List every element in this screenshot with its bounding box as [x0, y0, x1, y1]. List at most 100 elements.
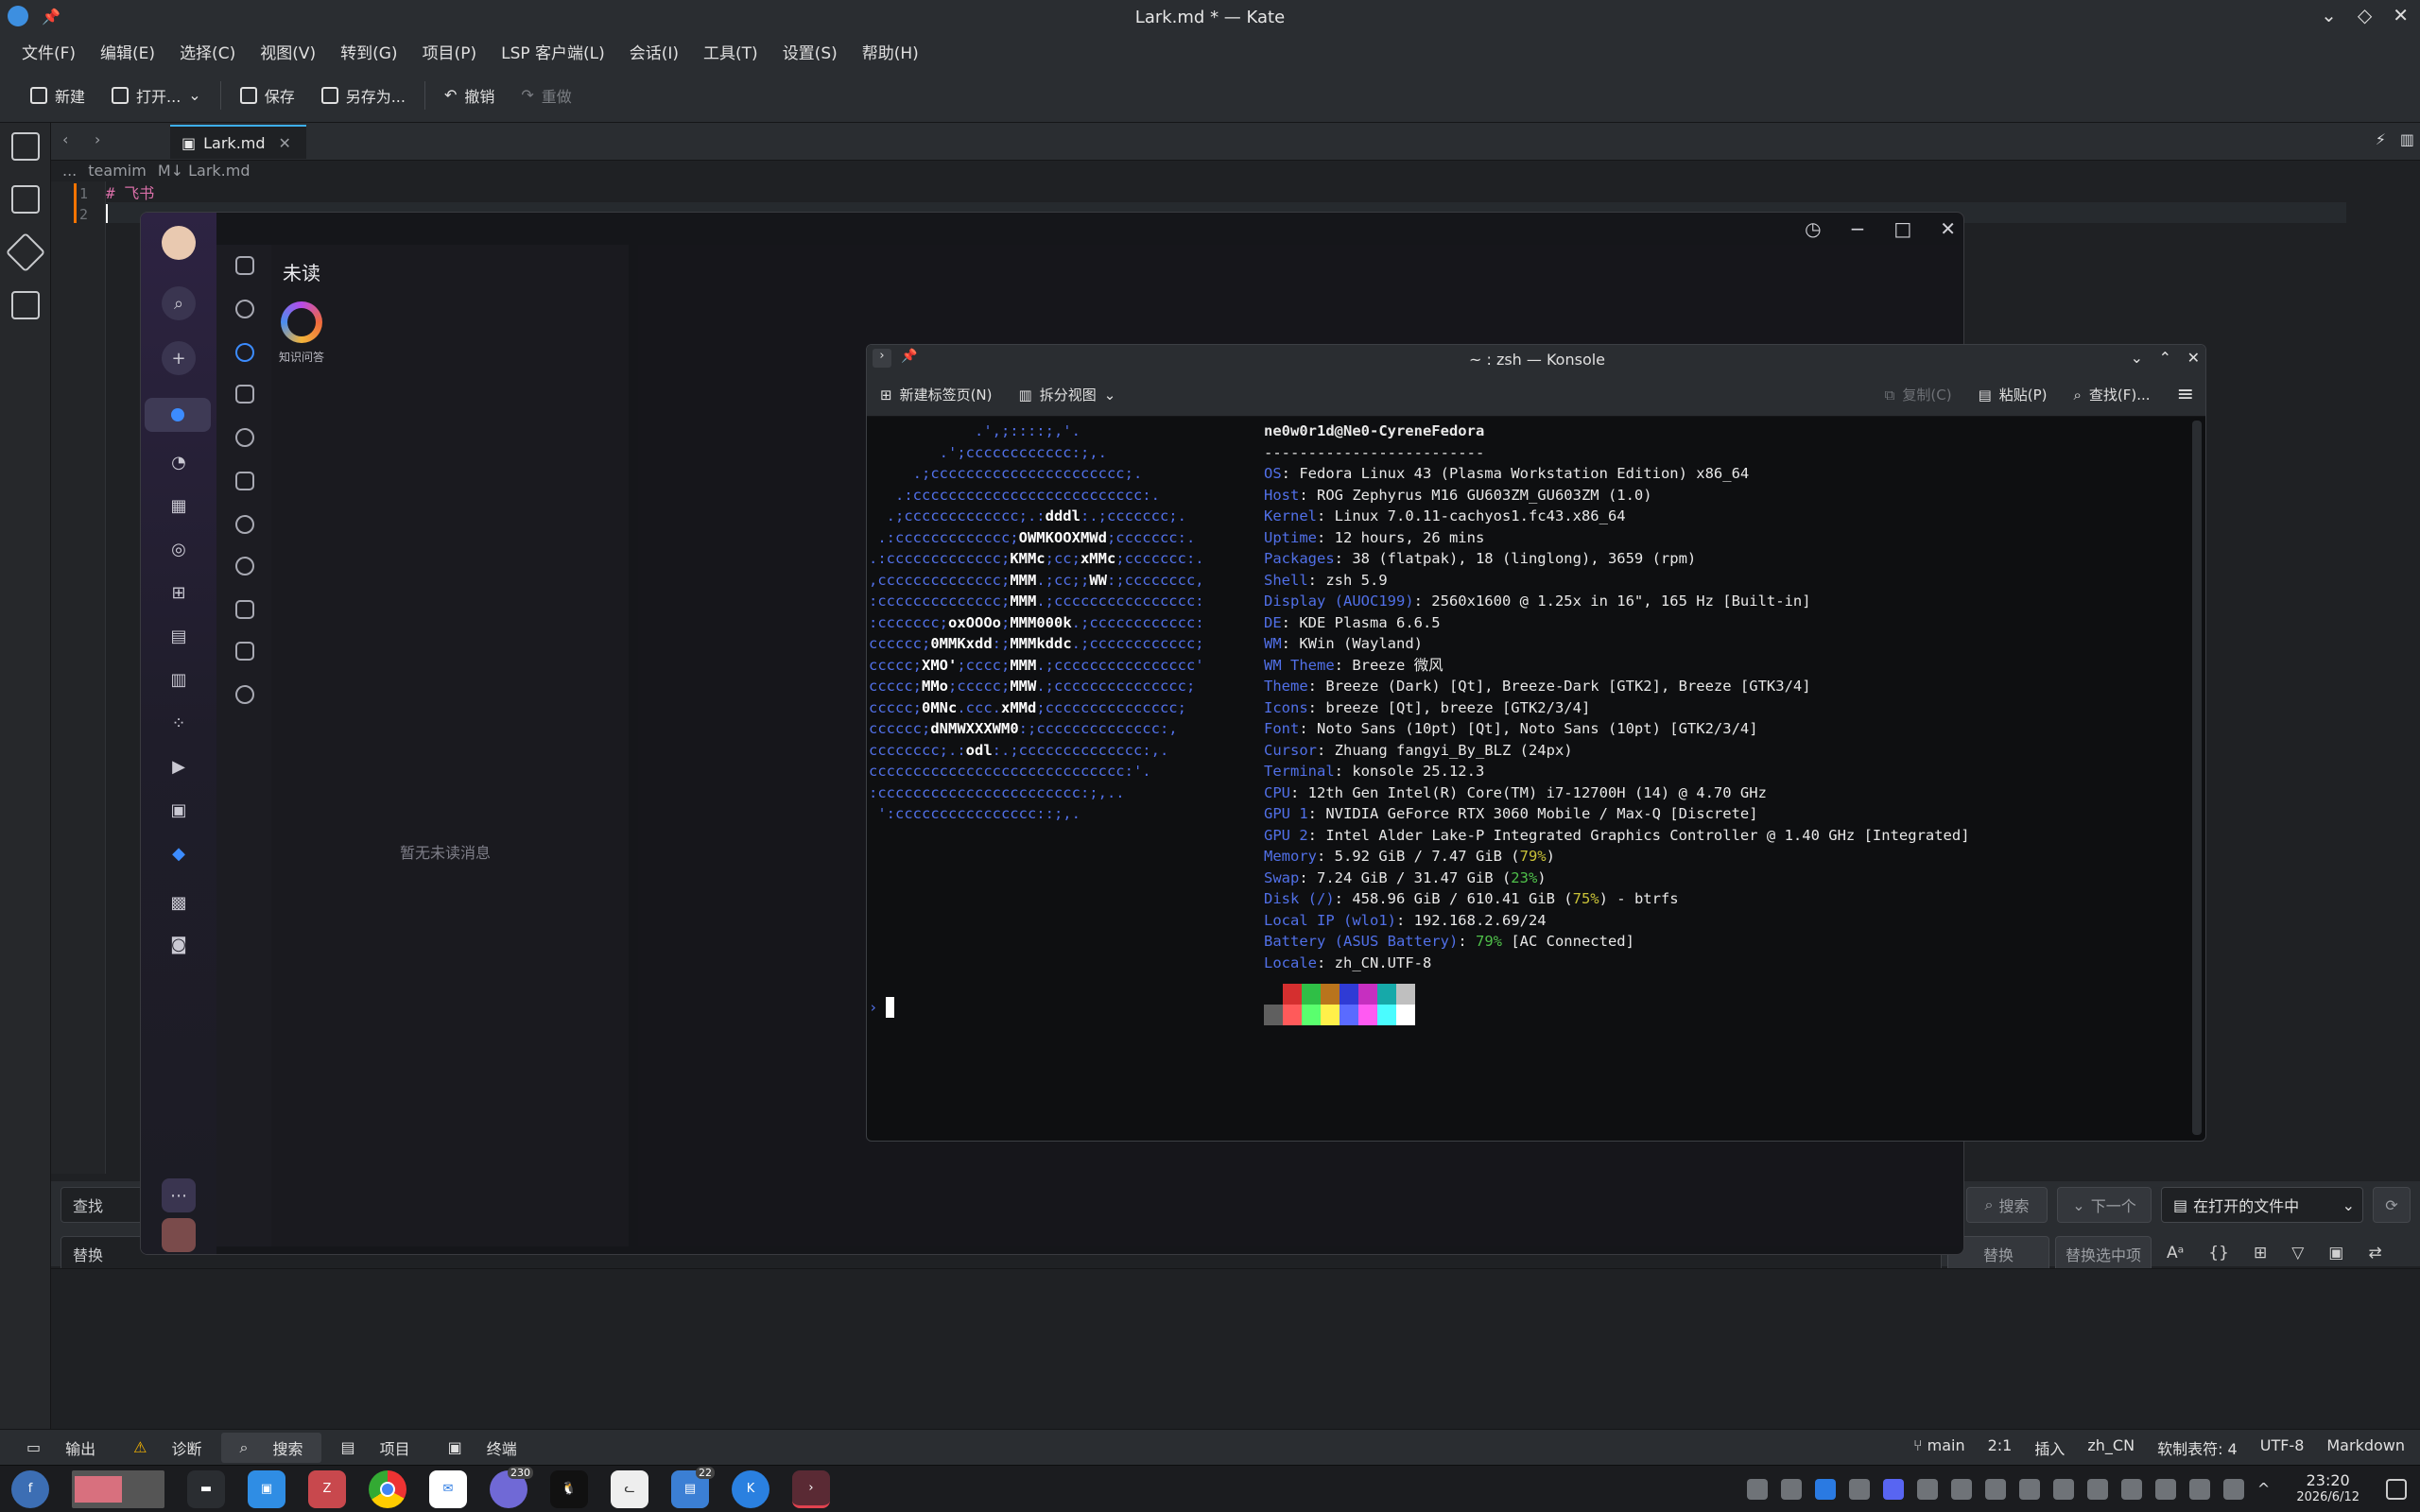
close-icon[interactable]: ✕ [2187, 349, 2200, 367]
doc-filter-icon[interactable] [235, 600, 254, 619]
clipboard-icon[interactable] [1984, 1478, 2006, 1500]
menu-item-8[interactable]: 工具(T) [691, 40, 770, 63]
chat-app-icon[interactable]: 230 [490, 1466, 533, 1508]
moments-icon[interactable]: ◎ [162, 532, 196, 566]
filezilla-icon[interactable]: Z [308, 1469, 346, 1508]
bluetooth-icon[interactable] [2086, 1478, 2108, 1500]
konsole-taskbar-icon[interactable]: › [792, 1469, 830, 1508]
redo-button[interactable]: ↷ 重做 [508, 84, 584, 107]
person-icon[interactable] [235, 515, 254, 534]
discord-icon[interactable] [1882, 1478, 1904, 1500]
maximize-icon[interactable]: ◇ [2358, 4, 2372, 26]
diamond-icon[interactable]: ◆ [162, 836, 196, 870]
knowledge-qa-label[interactable]: 知识问答 [279, 349, 324, 365]
close-icon[interactable]: ✕ [2393, 4, 2409, 26]
diagnostics-tab[interactable]: ⚠ 诊断 [114, 1433, 220, 1463]
avatar-app-icon[interactable]: ◙ [162, 927, 196, 961]
mail-tray-icon[interactable] [1814, 1478, 1836, 1500]
cursor-position[interactable]: 2:1 [1988, 1436, 2013, 1459]
minimize-icon[interactable]: − [1850, 217, 1866, 240]
menu-item-2[interactable]: 选择(C) [167, 40, 248, 63]
qq-icon[interactable]: 🐧 [550, 1469, 588, 1508]
dictionary[interactable]: zh_CN [2087, 1436, 2135, 1459]
done-icon[interactable] [235, 685, 254, 704]
vpn-icon[interactable] [1916, 1478, 1938, 1500]
wiki-icon[interactable]: ▥ [162, 662, 196, 696]
mention-icon[interactable] [235, 428, 254, 447]
menu-item-6[interactable]: LSP 客户端(L) [489, 40, 617, 63]
funnel-icon[interactable]: ▽ [2291, 1244, 2304, 1263]
add-icon[interactable]: + [162, 341, 196, 375]
tab-close-icon[interactable]: ✕ [279, 134, 291, 152]
video-icon[interactable]: ▶ [162, 749, 196, 783]
close-icon[interactable]: ✕ [1940, 217, 1956, 240]
match-case-icon[interactable]: Aᵃ [2167, 1244, 2184, 1263]
pin-icon[interactable]: 📌 [901, 349, 917, 364]
tab-lark-md[interactable]: ▣ Lark.md ✕ [170, 125, 306, 159]
split-view-icon[interactable]: ▥ [2400, 130, 2414, 148]
bot-icon[interactable]: ▩ [162, 885, 196, 919]
docs-icon[interactable]: ▤ [162, 619, 196, 653]
system-monitor-icon[interactable]: ▬ [187, 1469, 225, 1508]
menu-item-0[interactable]: 文件(F) [9, 40, 88, 63]
save-button[interactable]: 保存 [227, 84, 308, 107]
show-desktop-icon[interactable] [2386, 1478, 2407, 1500]
pager-icon[interactable] [72, 1469, 164, 1508]
group-icon[interactable] [235, 557, 254, 576]
projects-icon[interactable] [11, 185, 40, 214]
maximize-icon[interactable]: □ [1893, 217, 1911, 240]
list-filter-icon[interactable] [235, 642, 254, 661]
maximize-icon[interactable]: ⌃ [2159, 349, 2171, 367]
encoding[interactable]: UTF-8 [2260, 1436, 2305, 1459]
documents-icon[interactable] [11, 132, 40, 161]
new-button[interactable]: 新建 [17, 84, 98, 107]
flag-icon[interactable] [235, 385, 254, 404]
collapse-icon[interactable] [235, 256, 254, 275]
menu-item-1[interactable]: 编辑(E) [88, 40, 167, 63]
indentation[interactable]: 软制表符: 4 [2157, 1436, 2238, 1459]
pin-icon[interactable]: 📌 [42, 8, 60, 26]
mail-icon[interactable]: ✉ [429, 1469, 467, 1508]
terminal-scrollbar[interactable] [2192, 421, 2202, 1135]
media-icon[interactable] [2018, 1478, 2040, 1500]
apps-icon[interactable]: ⁘ [162, 706, 196, 740]
feishu-tray-icon[interactable] [1950, 1478, 1972, 1500]
search-tab[interactable]: ⌕ 搜索 [220, 1432, 322, 1463]
options-icon[interactable]: ⇄ [2368, 1244, 2381, 1263]
replace-selected-button[interactable]: 替换选中项 [2055, 1236, 2152, 1272]
search-icon[interactable]: ⌕ [162, 286, 196, 320]
terminal-tab[interactable]: ▣ 终端 [429, 1433, 536, 1463]
input-mode[interactable]: 插入 [2034, 1436, 2065, 1459]
symbols-icon[interactable] [11, 291, 40, 319]
output-tab[interactable]: ▭ 输出 [8, 1433, 114, 1463]
fedora-launcher-icon[interactable]: f [11, 1469, 49, 1508]
chrome-icon[interactable] [369, 1469, 406, 1508]
open-button[interactable]: 打开... ⌄ [98, 84, 215, 107]
battery-icon[interactable] [2222, 1478, 2244, 1500]
terminal-output[interactable]: .',;::::;,'. .';cccccccccccc:;,. .;ccccc… [867, 417, 2190, 1141]
brightness-icon[interactable] [2120, 1478, 2142, 1500]
cat-app-icon[interactable]: ᓚ [611, 1469, 648, 1508]
tab-back-icon[interactable]: ‹ [62, 130, 68, 148]
hamburger-menu-icon[interactable]: ≡ [2164, 383, 2205, 406]
unread-filter-icon[interactable] [235, 343, 254, 362]
scope-select[interactable]: ▤ 在打开的文件中 ⌄ [2161, 1187, 2363, 1223]
qq-tray-icon[interactable] [1780, 1478, 1802, 1500]
clock[interactable]: 23:20 2026/6/12 [2296, 1471, 2360, 1506]
search-button[interactable]: ⌕ 搜索 [1966, 1187, 2048, 1223]
keyboard-icon[interactable] [2052, 1478, 2074, 1500]
regex-icon[interactable]: {} [2208, 1244, 2229, 1263]
workplace-icon[interactable]: ⊞ [162, 576, 196, 610]
wifi-icon[interactable] [2154, 1478, 2176, 1500]
menu-item-5[interactable]: 项目(P) [410, 40, 490, 63]
history-icon[interactable]: ◷ [1805, 217, 1821, 240]
menu-item-10[interactable]: 帮助(H) [850, 40, 931, 63]
menu-item-3[interactable]: 视图(V) [248, 40, 328, 63]
save-as-button[interactable]: 另存为... [308, 84, 419, 107]
filter-icon[interactable]: ⊞ [2254, 1244, 2267, 1263]
dolphin-icon[interactable]: ▣ [248, 1469, 285, 1508]
menu-item-7[interactable]: 会话(I) [617, 40, 691, 63]
git-branch[interactable]: ⑂ main [1913, 1436, 1965, 1459]
next-button[interactable]: ⌄ 下一个 [2057, 1187, 2152, 1223]
tag-icon[interactable] [235, 472, 254, 490]
